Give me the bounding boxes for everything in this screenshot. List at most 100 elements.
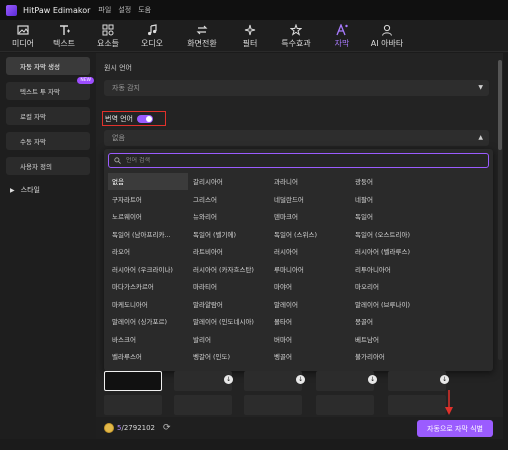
language-option[interactable]: 독일어 (남아프리카... (108, 226, 188, 243)
sidebar-item-auto-subtitle[interactable]: 자동 자막 생성 (6, 57, 90, 75)
sidebar-style-toggle[interactable]: ▶ 스타일 (6, 182, 90, 198)
language-option[interactable]: 말레이어 (브루나이) (351, 296, 431, 313)
language-option[interactable]: 러시아어 (카자흐스탄) (189, 261, 269, 278)
style-thumbnail[interactable] (388, 395, 446, 415)
tab-elements[interactable]: 요소들 (86, 20, 130, 52)
download-icon[interactable]: ↓ (224, 375, 233, 384)
language-search-input[interactable] (126, 157, 466, 164)
tab-text[interactable]: 텍스트 (42, 20, 86, 52)
style-thumbnails: ↓ ↓ ↓ ↓ (104, 371, 489, 419)
language-option[interactable]: 러시아어 (벨라루스) (351, 243, 431, 260)
translate-language-label: 번역 언어 (105, 114, 133, 123)
language-search[interactable] (108, 153, 489, 168)
language-option[interactable]: 벨라루스어 (108, 348, 188, 365)
caret-right-icon: ▶ (10, 186, 15, 194)
sidebar-item-label: 자동 자막 생성 (20, 63, 61, 71)
language-option[interactable]: 벵갈어 (인도) (189, 348, 269, 365)
language-option[interactable]: 라오어 (108, 243, 188, 260)
menu-help[interactable]: 도움 (138, 5, 151, 15)
language-option[interactable]: 마케도니아어 (108, 296, 188, 313)
auto-identify-subtitle-button[interactable]: 자동으로 자막 식별 (417, 420, 493, 437)
tab-transition-label: 화면전환 (187, 38, 217, 48)
style-thumbnail[interactable] (316, 371, 374, 391)
style-thumbnail[interactable] (104, 371, 162, 391)
style-thumbnail[interactable] (388, 371, 446, 391)
menu-settings[interactable]: 설정 (118, 5, 131, 15)
app-window: HitPaw Edimakor 파일 설정 도움 미디어 텍스트 요소들 오디오… (0, 0, 508, 450)
language-option[interactable]: 러시아어 (270, 243, 350, 260)
language-option[interactable]: 불가리아어 (351, 348, 431, 365)
language-option[interactable]: 벵골어 (270, 348, 350, 365)
tab-media[interactable]: 미디어 (4, 20, 42, 52)
effects-icon (290, 23, 302, 36)
sidebar-item-manual-subtitle[interactable]: 수동 자막 (6, 132, 90, 150)
style-thumbnail[interactable] (174, 395, 232, 415)
language-option[interactable]: 그리스어 (189, 191, 269, 208)
language-option[interactable]: 뉴와리어 (189, 208, 269, 225)
coin-icon (104, 423, 114, 433)
language-option[interactable]: 말레이어 (270, 296, 350, 313)
source-language-select[interactable]: 자동 감지 ▼ (104, 80, 489, 96)
language-option[interactable]: 네팔어 (351, 191, 431, 208)
language-option[interactable]: 몰타어 (270, 313, 350, 330)
language-option[interactable]: 라트비아어 (189, 243, 269, 260)
language-option[interactable]: 과라니어 (270, 173, 350, 190)
sidebar-item-custom[interactable]: 사용자 정의 (6, 157, 90, 175)
language-option[interactable]: 루마니아어 (270, 261, 350, 278)
sidebar-item-text-to-subtitle[interactable]: 텍스트 투 자막 NEW (6, 77, 94, 100)
language-option[interactable]: 독일어 (벨기에) (189, 226, 269, 243)
download-icon[interactable]: ↓ (296, 375, 305, 384)
language-option[interactable]: 광둥어 (351, 173, 431, 190)
language-option[interactable]: 몽골어 (351, 313, 431, 330)
new-badge: NEW (77, 77, 94, 84)
style-thumbnail[interactable] (244, 371, 302, 391)
language-option[interactable]: 노르웨이어 (108, 208, 188, 225)
tab-subtitle[interactable]: 자막 (322, 20, 362, 52)
language-option[interactable]: 없음 (108, 173, 188, 190)
language-option[interactable]: 마라티어 (189, 278, 269, 295)
language-option[interactable]: 러시아어 (우크라이나) (108, 261, 188, 278)
language-option[interactable]: 발리어 (189, 331, 269, 348)
download-icon[interactable]: ↓ (440, 375, 449, 384)
style-thumbnail[interactable] (316, 395, 374, 415)
tab-text-label: 텍스트 (52, 38, 76, 48)
language-option[interactable]: 마다가스카르어 (108, 278, 188, 295)
language-option[interactable]: 독일어 (스위스) (270, 226, 350, 243)
download-icon[interactable]: ↓ (368, 375, 377, 384)
language-option[interactable]: 말레이어 (싱가포르) (108, 313, 188, 330)
language-option[interactable]: 버마어 (270, 331, 350, 348)
refresh-icon[interactable]: ⟳ (163, 423, 171, 433)
translate-toggle[interactable] (137, 114, 153, 123)
sidebar-item-local-subtitle[interactable]: 로컬 자막 (6, 107, 90, 125)
language-option[interactable]: 독일어 (351, 208, 431, 225)
translate-language-select[interactable]: 없음 ▲ (104, 130, 489, 146)
language-option[interactable]: 덴마크어 (270, 208, 350, 225)
menu-file[interactable]: 파일 (98, 5, 111, 15)
panel-scrollbar[interactable] (498, 60, 502, 360)
language-option[interactable]: 리투아니아어 (351, 261, 431, 278)
language-option[interactable]: 마오리어 (351, 278, 431, 295)
tab-effects[interactable]: 특수효과 (270, 20, 322, 52)
elements-icon (102, 24, 114, 35)
style-thumbnail[interactable] (244, 395, 302, 415)
style-thumbnail[interactable] (104, 395, 162, 415)
tab-filter[interactable]: 필터 (230, 20, 270, 52)
scrollbar-thumb[interactable] (498, 60, 502, 150)
app-name: HitPaw Edimakor (23, 5, 91, 15)
tab-ai-avatar[interactable]: AI 아바타 (362, 20, 412, 52)
language-option[interactable]: 갈리시아어 (189, 173, 269, 190)
subtitle-panel: 원시 언어 자동 감지 ▼ 번역 언어 없음 ▲ 없음갈리시아어과라니어광둥어구… (96, 53, 503, 439)
tab-audio[interactable]: 오디오 (130, 20, 174, 52)
language-option[interactable]: 독일어 (오스트리아) (351, 226, 431, 243)
text-icon (60, 24, 70, 35)
tab-transition[interactable]: 화면전환 (174, 20, 230, 52)
language-option[interactable]: 말라얄람어 (189, 296, 269, 313)
language-option[interactable]: 바스크어 (108, 331, 188, 348)
language-option[interactable]: 말레이어 (인도네시아) (189, 313, 269, 330)
sidebar-item-label: 사용자 정의 (20, 163, 52, 171)
language-option[interactable]: 마야어 (270, 278, 350, 295)
subtitle-sidebar: 자동 자막 생성 텍스트 투 자막 NEW 로컬 자막 수동 자막 사용자 정의… (0, 53, 96, 439)
language-option[interactable]: 베트남어 (351, 331, 431, 348)
language-option[interactable]: 구자라트어 (108, 191, 188, 208)
language-option[interactable]: 네덜란드어 (270, 191, 350, 208)
